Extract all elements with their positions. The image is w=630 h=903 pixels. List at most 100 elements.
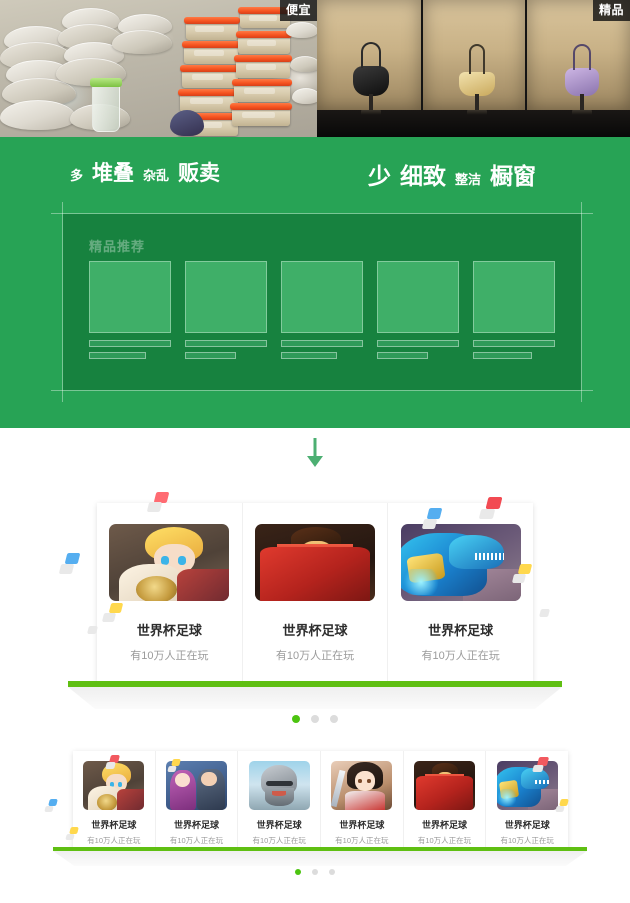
- slogan-left-word-2: 杂乱: [143, 168, 170, 183]
- wireframe-line-1: [89, 340, 171, 347]
- confetti-piece: [69, 827, 79, 834]
- game-players: 有10万人正在玩: [275, 650, 355, 662]
- arrow-down-icon: [307, 438, 323, 467]
- wireframe-line-2: [377, 352, 428, 359]
- boutique-photo: [317, 0, 630, 137]
- transition-arrow-area: [0, 428, 630, 477]
- pagination-dot-active[interactable]: [292, 715, 300, 723]
- slogan-left-word-0: 多: [70, 168, 84, 183]
- game-art-knight: [248, 761, 310, 810]
- confetti-piece: [65, 834, 75, 840]
- game-thumbnail[interactable]: [331, 761, 393, 810]
- wireframe-cell: [377, 261, 459, 359]
- confetti-piece: [105, 762, 116, 769]
- confetti-piece: [87, 626, 98, 634]
- game-thumbnail[interactable]: [248, 761, 310, 810]
- hero-tag-cheap: 便宜: [279, 0, 317, 21]
- slogan-left-word-1: 堆叠: [92, 162, 135, 185]
- game-players: 有10万人正在玩: [252, 836, 306, 845]
- game-thumbnail[interactable]: [496, 761, 558, 810]
- wireframe-grid: [89, 261, 555, 359]
- hero-images: 便宜 精品: [0, 0, 630, 137]
- wireframe-thumb-placeholder: [377, 261, 459, 333]
- guide-line-right: [581, 202, 582, 402]
- confetti-piece: [485, 497, 503, 509]
- slogan-right-word-2: 整洁: [455, 172, 482, 187]
- market-photo: [0, 0, 317, 137]
- pagination-dot[interactable]: [312, 869, 318, 875]
- wireframe-title: 精品推荐: [89, 239, 146, 254]
- game-card[interactable]: 世界杯足球 有10万人正在玩: [237, 751, 321, 849]
- slogan-left: 多 堆叠 杂乱 贩卖: [70, 157, 220, 187]
- featured-carousel: 精品 推荐 世界杯足球 有10万人正在玩 世界杯: [0, 477, 630, 735]
- game-title: 世界杯足球: [339, 820, 385, 830]
- slogan-right-word-0: 少: [368, 163, 391, 189]
- slogan-right-word-1: 细致: [400, 163, 446, 189]
- wireframe-thumb-placeholder: [473, 261, 555, 333]
- confetti-piece: [146, 502, 163, 512]
- carousel-pagination[interactable]: [295, 869, 335, 875]
- pagination-dot[interactable]: [330, 715, 338, 723]
- slogan-row: 多 堆叠 杂乱 贩卖 少 细致 整洁 橱窗: [0, 137, 630, 209]
- wireframe-line-1: [185, 340, 267, 347]
- confetti-piece: [478, 509, 496, 519]
- confetti-piece: [167, 766, 177, 772]
- carousel-accent-bar: [68, 681, 562, 687]
- game-thumbnail[interactable]: [400, 524, 521, 601]
- confetti-piece: [48, 799, 58, 806]
- game-players: 有10万人正在玩: [87, 836, 141, 845]
- confetti-piece: [559, 799, 569, 806]
- game-players: 有10万人正在玩: [421, 650, 500, 662]
- pagination-dot[interactable]: [329, 869, 335, 875]
- wireframe-cell: [185, 261, 267, 359]
- game-art-blonde-hero: [109, 524, 230, 601]
- secondary-card-list: 世界杯足球 有10万人正在玩 世界杯足球 有10万人正在玩 世界杯足球 有10万: [73, 751, 569, 849]
- wireframe-thumb-placeholder: [185, 261, 267, 333]
- wireframe-line-1: [377, 340, 459, 347]
- game-title: 世界杯足球: [174, 820, 220, 830]
- game-thumbnail[interactable]: [255, 524, 375, 601]
- carousel-pagination[interactable]: [292, 715, 338, 723]
- secondary-carousel: 精品 推荐 世界杯足球 有10万人正在玩 世界杯足球 有1: [0, 735, 630, 885]
- game-thumbnail[interactable]: [414, 761, 476, 810]
- game-art-blue-dragon: [400, 524, 521, 601]
- confetti-piece: [64, 553, 81, 564]
- game-title: 世界杯足球: [504, 820, 550, 830]
- pagination-dot[interactable]: [311, 715, 319, 723]
- game-players: 有10万人正在玩: [500, 836, 554, 845]
- game-title: 世界杯足球: [428, 623, 494, 638]
- game-title: 世界杯足球: [422, 820, 468, 830]
- game-card[interactable]: 世界杯足球 有10万人正在玩: [387, 503, 534, 683]
- confetti-piece: [101, 613, 117, 622]
- slogan-right-word-3: 橱窗: [490, 163, 537, 189]
- game-card[interactable]: 世界杯足球 有10万人正在玩: [241, 503, 388, 683]
- game-title: 世界杯足球: [136, 623, 202, 638]
- wireframe-mockup: 精品推荐: [51, 202, 593, 402]
- confetti-piece: [44, 806, 54, 812]
- wireframe-line-2: [473, 352, 533, 359]
- hero-image-boutique: 精品: [317, 0, 630, 137]
- game-art-blue-dragon: [496, 761, 558, 810]
- game-players: 有10万人正在玩: [335, 836, 389, 845]
- game-card[interactable]: 世界杯足球 有10万人正在玩: [97, 503, 242, 683]
- confetti-piece: [511, 574, 527, 583]
- wireframe-cell: [473, 261, 555, 359]
- game-card[interactable]: 世界杯足球 有10万人正在玩: [485, 751, 569, 849]
- game-art-red-warrior: [255, 524, 375, 601]
- pagination-dot-active[interactable]: [295, 869, 301, 875]
- wireframe-line-1: [281, 340, 363, 347]
- game-art-sword-girl: [331, 761, 393, 810]
- confetti-piece: [517, 564, 533, 574]
- wireframe-line-2: [281, 352, 337, 359]
- guide-line-bottom: [51, 390, 593, 391]
- confetti-piece: [539, 609, 550, 617]
- game-title: 世界杯足球: [91, 820, 137, 830]
- game-players: 有10万人正在玩: [417, 836, 472, 845]
- hero-image-market: 便宜: [0, 0, 317, 137]
- confetti-piece: [555, 806, 565, 812]
- game-card[interactable]: 世界杯足球 有10万人正在玩: [402, 751, 486, 849]
- game-thumbnail[interactable]: [109, 524, 230, 601]
- confetti-piece: [532, 765, 544, 772]
- wireframe-line-2: [185, 352, 236, 359]
- game-card[interactable]: 世界杯足球 有10万人正在玩: [320, 751, 403, 849]
